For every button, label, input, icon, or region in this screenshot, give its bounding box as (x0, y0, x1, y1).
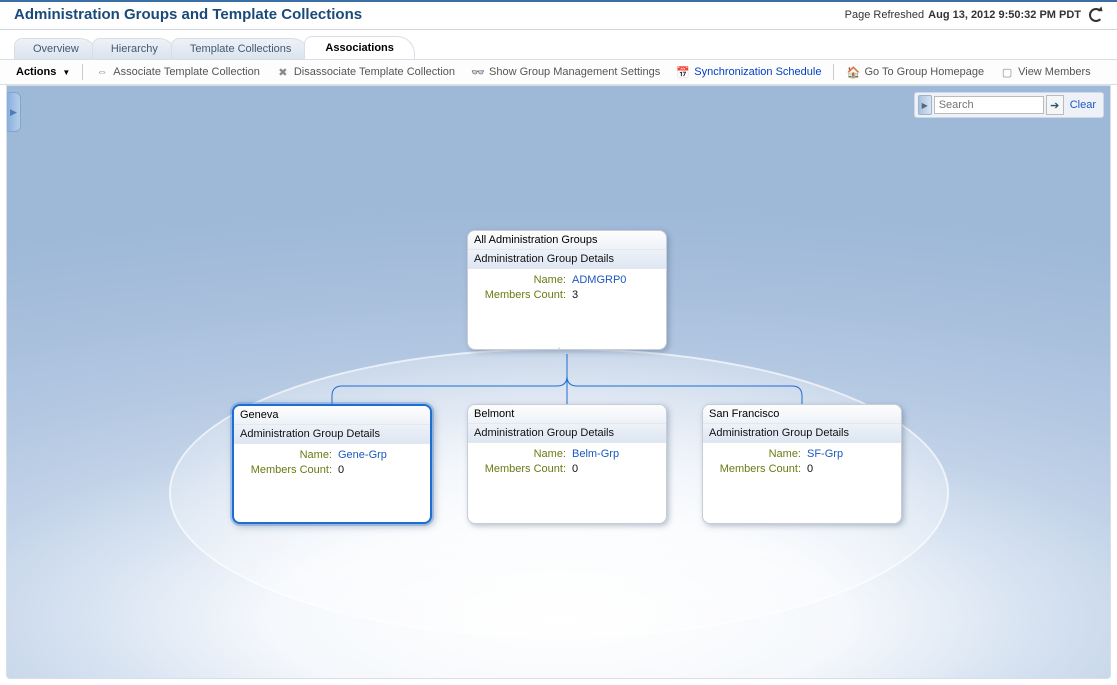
separator (833, 64, 834, 80)
refresh-timestamp: Aug 13, 2012 9:50:32 PM PDT (928, 9, 1081, 21)
node-child-sanfrancisco[interactable]: San Francisco Administration Group Detai… (702, 404, 902, 524)
page-header: Administration Groups and Template Colle… (0, 2, 1117, 30)
tab-overview[interactable]: Overview (14, 38, 98, 59)
refresh-prefix: Page Refreshed (845, 9, 925, 21)
canvas-search-toolbar: ▶ ➔ Clear (914, 92, 1104, 118)
node-child-geneva[interactable]: Geneva Administration Group Details Name… (232, 404, 432, 524)
unlink-icon: ✖ (276, 65, 290, 79)
separator (82, 64, 83, 80)
node-root[interactable]: All Administration Groups Administration… (467, 230, 667, 350)
members-icon: ▢ (1000, 65, 1014, 79)
field-name-value[interactable]: SF-Grp (807, 447, 843, 462)
field-members-label: Members Count: (474, 288, 566, 303)
tabs-bar: Overview Hierarchy Template Collections … (0, 30, 1117, 60)
node-subtitle: Administration Group Details (703, 424, 901, 443)
search-input[interactable] (934, 96, 1044, 114)
search-clear-button[interactable]: Clear (1066, 99, 1100, 111)
settings-icon: 👓 (471, 65, 485, 79)
actions-label: Actions (16, 66, 56, 78)
goto-homepage-button[interactable]: 🏠 Go To Group Homepage (840, 63, 990, 81)
field-name-label: Name: (474, 273, 566, 288)
tab-template-collections[interactable]: Template Collections (171, 38, 311, 59)
field-members-value: 0 (572, 462, 578, 477)
node-body: Name: Gene-Grp Members Count: 0 (234, 444, 430, 486)
search-go-button[interactable]: ➔ (1046, 95, 1064, 115)
view-members-button[interactable]: ▢ View Members (994, 63, 1097, 81)
search-expand-handle[interactable]: ▶ (918, 95, 932, 115)
disassociate-template-button[interactable]: ✖ Disassociate Template Collection (270, 63, 461, 81)
node-subtitle: Administration Group Details (468, 424, 666, 443)
field-members-value: 0 (807, 462, 813, 477)
node-pointer-icon (558, 341, 576, 350)
field-name-label: Name: (474, 447, 566, 462)
node-subtitle: Administration Group Details (468, 250, 666, 269)
node-body: Name: Belm-Grp Members Count: 0 (468, 443, 666, 485)
node-title: San Francisco (703, 405, 901, 424)
node-body: Name: SF-Grp Members Count: 0 (703, 443, 901, 485)
home-icon: 🏠 (846, 65, 860, 79)
field-name-value[interactable]: ADMGRP0 (572, 273, 626, 288)
page-title: Administration Groups and Template Colle… (14, 6, 362, 23)
link-icon: ⇔ (95, 65, 109, 79)
field-members-label: Members Count: (474, 462, 566, 477)
tab-hierarchy[interactable]: Hierarchy (92, 38, 177, 59)
node-body: Name: ADMGRP0 Members Count: 3 (468, 269, 666, 311)
node-title: Geneva (234, 406, 430, 425)
field-members-label: Members Count: (240, 463, 332, 478)
show-settings-button[interactable]: 👓 Show Group Management Settings (465, 63, 666, 81)
field-name-label: Name: (240, 448, 332, 463)
associate-template-button[interactable]: ⇔ Associate Template Collection (89, 63, 266, 81)
hierarchy-canvas[interactable]: ▶ ▶ ➔ Clear All Administration Groups Ad… (6, 85, 1111, 679)
tab-associations[interactable]: Associations (304, 36, 414, 59)
field-members-value: 3 (572, 288, 578, 303)
calendar-icon: 📅 (676, 65, 690, 79)
field-name-label: Name: (709, 447, 801, 462)
node-child-belmont[interactable]: Belmont Administration Group Details Nam… (467, 404, 667, 524)
field-name-value[interactable]: Gene-Grp (338, 448, 387, 463)
actions-menu[interactable]: Actions ▼ (10, 64, 76, 80)
field-members-label: Members Count: (709, 462, 801, 477)
field-members-value: 0 (338, 463, 344, 478)
field-name-value[interactable]: Belm-Grp (572, 447, 619, 462)
sync-schedule-button[interactable]: 📅 Synchronization Schedule (670, 63, 827, 81)
page-refresh-info: Page Refreshed Aug 13, 2012 9:50:32 PM P… (845, 8, 1103, 22)
action-toolbar: Actions ▼ ⇔ Associate Template Collectio… (0, 60, 1117, 85)
refresh-icon[interactable] (1089, 8, 1103, 22)
palette-expand-handle[interactable]: ▶ (7, 92, 21, 132)
dropdown-icon: ▼ (62, 68, 70, 77)
node-subtitle: Administration Group Details (234, 425, 430, 444)
node-title: Belmont (468, 405, 666, 424)
node-title: All Administration Groups (468, 231, 666, 250)
